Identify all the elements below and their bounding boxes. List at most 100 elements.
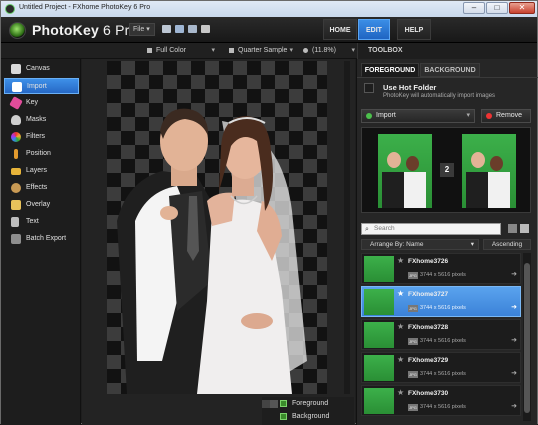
minimize-button[interactable]: – <box>463 2 485 14</box>
arrange-label: Arrange By: Name <box>370 241 424 248</box>
arrow-right-icon[interactable]: ➜ <box>511 303 517 311</box>
sidebar-item-filters[interactable]: Filters <box>4 129 79 145</box>
sidebar-item-import[interactable]: Import <box>4 78 79 94</box>
star-icon[interactable]: ★ <box>397 256 404 265</box>
file-thumb <box>364 289 394 315</box>
layer-foreground[interactable]: Foreground <box>280 398 328 409</box>
file-thumb <box>364 355 394 381</box>
sidebar-item-layers[interactable]: Layers <box>4 163 79 179</box>
file-list-scrollbar[interactable] <box>523 253 531 421</box>
arrange-select[interactable]: Arrange By: Name ▾ <box>361 239 479 250</box>
canvas-preview[interactable] <box>107 61 327 394</box>
jpg-badge: JPG <box>408 371 418 378</box>
sidebar-item-effects[interactable]: Effects <box>4 180 79 196</box>
print-icon[interactable] <box>201 25 210 33</box>
file-item[interactable]: ★ FXhome3730 JPG 3744 x 5616 pixels ➜ <box>361 385 521 416</box>
thumb-dress <box>404 172 426 208</box>
star-icon[interactable]: ★ <box>397 355 404 364</box>
effects-icon <box>11 183 21 193</box>
color-mode-value: Full Color <box>156 47 186 54</box>
search-placeholder: Search <box>374 225 395 232</box>
sidebar-item-key[interactable]: Key <box>4 95 79 111</box>
foreground-checkbox[interactable] <box>280 399 287 407</box>
sample-select[interactable]: Quarter Sample ▾ <box>229 45 293 57</box>
thumb-face <box>471 152 485 168</box>
file-item-selected[interactable]: ★ FXhome3727 JPG 3744 x 5616 pixels ➜ <box>361 286 521 317</box>
sidebar-item-position[interactable]: Position <box>4 146 79 162</box>
app-window: Untitled Project - FXhome PhotoKey 6 Pro… <box>0 0 538 425</box>
sidebar-item-masks[interactable]: Masks <box>4 112 79 128</box>
zoom-select[interactable]: (11.8%) ▾ <box>303 45 355 57</box>
save-project-icon[interactable] <box>188 25 197 33</box>
search-input[interactable]: ⌕ Search <box>361 223 501 235</box>
arrow-right-icon[interactable]: ➜ <box>511 336 517 344</box>
color-mode-select[interactable]: Full Color ▾ <box>147 45 215 57</box>
layer-background[interactable]: Background <box>280 411 329 422</box>
chevron-down-icon: ▾ <box>289 47 293 54</box>
star-icon[interactable]: ★ <box>397 388 404 397</box>
remove-button[interactable]: Remove <box>481 109 531 123</box>
file-name: FXhome3727 <box>408 291 449 298</box>
file-name: FXhome3728 <box>408 324 449 331</box>
scrollbar-thumb[interactable] <box>524 263 530 413</box>
chevron-down-icon: ▾ <box>466 112 470 119</box>
open-project-icon[interactable] <box>175 25 184 33</box>
app-toolbar: PhotoKey 6 Pro File ▾ HOME EDIT HELP <box>1 17 537 43</box>
arrow-right-icon[interactable]: ➜ <box>511 270 517 278</box>
sidebar-item-label: Text <box>26 218 39 225</box>
nav-home[interactable]: HOME <box>323 19 357 40</box>
file-item[interactable]: ★ FXhome3728 JPG 3744 x 5616 pixels ➜ <box>361 319 521 350</box>
nav-edit[interactable]: EDIT <box>358 19 390 40</box>
swap-icon[interactable] <box>270 400 278 408</box>
import-label: Import <box>376 112 396 119</box>
chevron-down-icon: ▾ <box>211 47 215 54</box>
title-bar: Untitled Project - FXhome PhotoKey 6 Pro… <box>1 1 537 17</box>
color-mode-icon <box>147 47 152 53</box>
arrow-right-icon[interactable]: ➜ <box>511 402 517 410</box>
background-checkbox[interactable] <box>280 412 287 420</box>
remove-label: Remove <box>496 112 523 119</box>
arrow-right-icon[interactable]: ➜ <box>511 369 517 377</box>
file-thumb <box>364 388 394 414</box>
maximize-button[interactable]: □ <box>486 2 508 14</box>
jpg-badge: JPG <box>408 404 418 411</box>
star-icon[interactable]: ★ <box>397 322 404 331</box>
file-name: FXhome3730 <box>408 390 449 397</box>
preview-thumb-prev[interactable] <box>378 134 432 208</box>
thumb-face <box>387 152 401 168</box>
preview-thumb-next[interactable] <box>462 134 516 208</box>
close-button[interactable]: ✕ <box>509 2 535 14</box>
new-project-icon[interactable] <box>162 25 171 33</box>
sidebar-item-text[interactable]: Text <box>4 214 79 230</box>
sidebar-item-batch-export[interactable]: Batch Export <box>4 231 79 247</box>
tab-foreground[interactable]: FOREGROUND <box>361 63 419 77</box>
sidebar-item-canvas[interactable]: Canvas <box>4 61 79 77</box>
text-icon <box>11 217 19 227</box>
file-item[interactable]: ★ FXhome3726 JPG 3744 x 5616 pixels ➜ <box>361 253 521 284</box>
hot-folder-checkbox[interactable] <box>364 83 374 93</box>
import-button[interactable]: Import ▾ <box>361 109 475 123</box>
import-preview: 2 <box>361 127 531 213</box>
canvas-scrollbar[interactable] <box>344 61 350 394</box>
nav-help[interactable]: HELP <box>397 19 431 40</box>
sidebar-item-label: Canvas <box>26 65 50 72</box>
star-icon[interactable] <box>262 400 270 408</box>
list-view-icon[interactable] <box>508 224 517 233</box>
file-info: 3744 x 5616 pixels <box>420 371 466 377</box>
sidebar-item-label: Batch Export <box>26 235 67 242</box>
star-icon[interactable]: ★ <box>397 289 404 298</box>
file-thumb <box>364 322 394 348</box>
grid-view-icon[interactable] <box>520 224 529 233</box>
sample-icon <box>229 47 234 53</box>
file-item[interactable]: ★ FXhome3729 JPG 3744 x 5616 pixels ➜ <box>361 352 521 383</box>
order-select[interactable]: Ascending <box>483 239 531 250</box>
search-icon: ⌕ <box>365 226 369 233</box>
sidebar-item-label: Overlay <box>26 201 51 208</box>
tab-background[interactable]: BACKGROUND <box>420 63 480 77</box>
file-menu[interactable]: File ▾ <box>129 23 155 36</box>
sidebar-item-label: Import <box>27 83 47 90</box>
layer-label: Background <box>292 413 330 420</box>
jpg-badge: JPG <box>408 272 418 279</box>
sidebar-item-label: Key <box>26 99 39 106</box>
sidebar-item-overlay[interactable]: Overlay <box>4 197 79 213</box>
